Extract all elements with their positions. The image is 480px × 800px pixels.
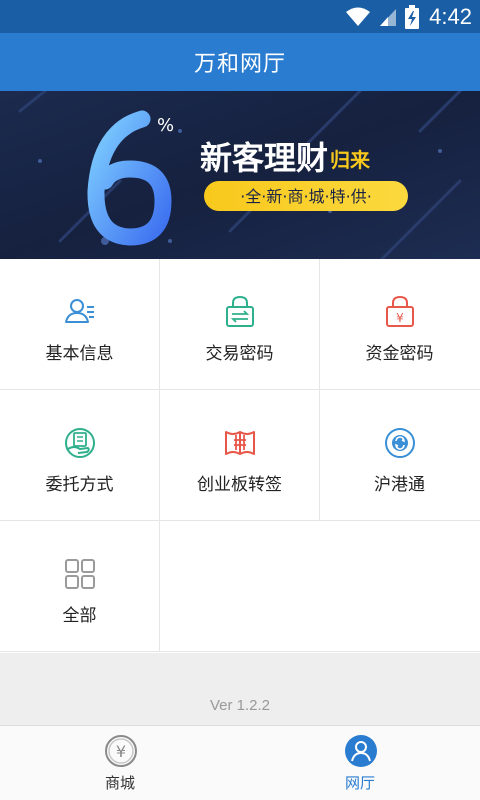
version-label: Ver 1.2.2: [209, 697, 271, 714]
grid-item-label: 全部: [62, 606, 97, 626]
page-title: 万和网厅: [193, 52, 286, 77]
grid-item-basic-info[interactable]: 基本信息: [0, 259, 160, 390]
nav-tab-label: 商城: [104, 774, 135, 792]
person-icon: [345, 735, 377, 767]
grid-item-label: 沪港通: [374, 475, 425, 495]
svg-text:¥: ¥: [116, 742, 126, 761]
banner-graphic: 新客理财 归来 % ·全·新·商·城·特·供·: [0, 91, 480, 259]
gem-board-icon: [225, 431, 255, 455]
grid-item-label: 交易密码: [205, 344, 274, 364]
grid-all-icon: [65, 559, 95, 589]
nav-tab-hall[interactable]: 网厅: [240, 726, 480, 800]
service-grid: 基本信息 交易密码 ¥ 资金密码 委托方式 创业板转签 沪港通 全部: [0, 259, 480, 653]
grid-item-hk-connect[interactable]: 沪港通: [320, 390, 480, 521]
battery-charging-icon: [405, 4, 420, 29]
lock-transfer-icon: [226, 295, 254, 327]
grid-item-label: 创业板转签: [197, 475, 282, 495]
status-bar: 4:42: [0, 0, 480, 33]
status-time: 4:42: [429, 3, 472, 29]
user-info-icon: [65, 299, 94, 323]
status-icons: 4:42: [345, 0, 472, 33]
promo-banner[interactable]: 新客理财 归来 % ·全·新·商·城·特·供·: [0, 91, 480, 259]
exchange-circle-icon: [385, 428, 415, 458]
banner-subline: ·全·新·商·城·特·供·: [240, 187, 372, 206]
grid-item-all[interactable]: 全部: [0, 521, 160, 652]
banner-headline-suffix: 归来: [330, 148, 371, 172]
yen-coin-icon: ¥: [105, 735, 137, 767]
lock-yen-icon: ¥: [386, 295, 414, 327]
nav-tab-mall[interactable]: ¥ 商城: [0, 726, 240, 800]
grid-item-fund-password[interactable]: ¥ 资金密码: [320, 259, 480, 390]
hand-doc-icon: [65, 428, 95, 458]
grid-empty-space: [160, 521, 480, 652]
cell-signal-icon: [380, 8, 397, 26]
svg-text:¥: ¥: [396, 311, 404, 325]
bottom-nav: ¥ 商城 网厅: [0, 725, 480, 800]
grid-item-entrust-method[interactable]: 委托方式: [0, 390, 160, 521]
grid-item-gem-board[interactable]: 创业板转签: [160, 390, 320, 521]
grid-item-label: 资金密码: [365, 344, 434, 364]
nav-tab-label: 网厅: [344, 774, 375, 792]
app-header: 万和网厅: [0, 33, 480, 91]
banner-headline: 新客理财: [200, 139, 328, 177]
grid-item-trade-password[interactable]: 交易密码: [160, 259, 320, 390]
grid-item-label: 委托方式: [45, 475, 114, 495]
banner-percent: %: [157, 115, 174, 136]
grid-item-label: 基本信息: [45, 344, 114, 364]
wifi-icon: [346, 7, 371, 26]
